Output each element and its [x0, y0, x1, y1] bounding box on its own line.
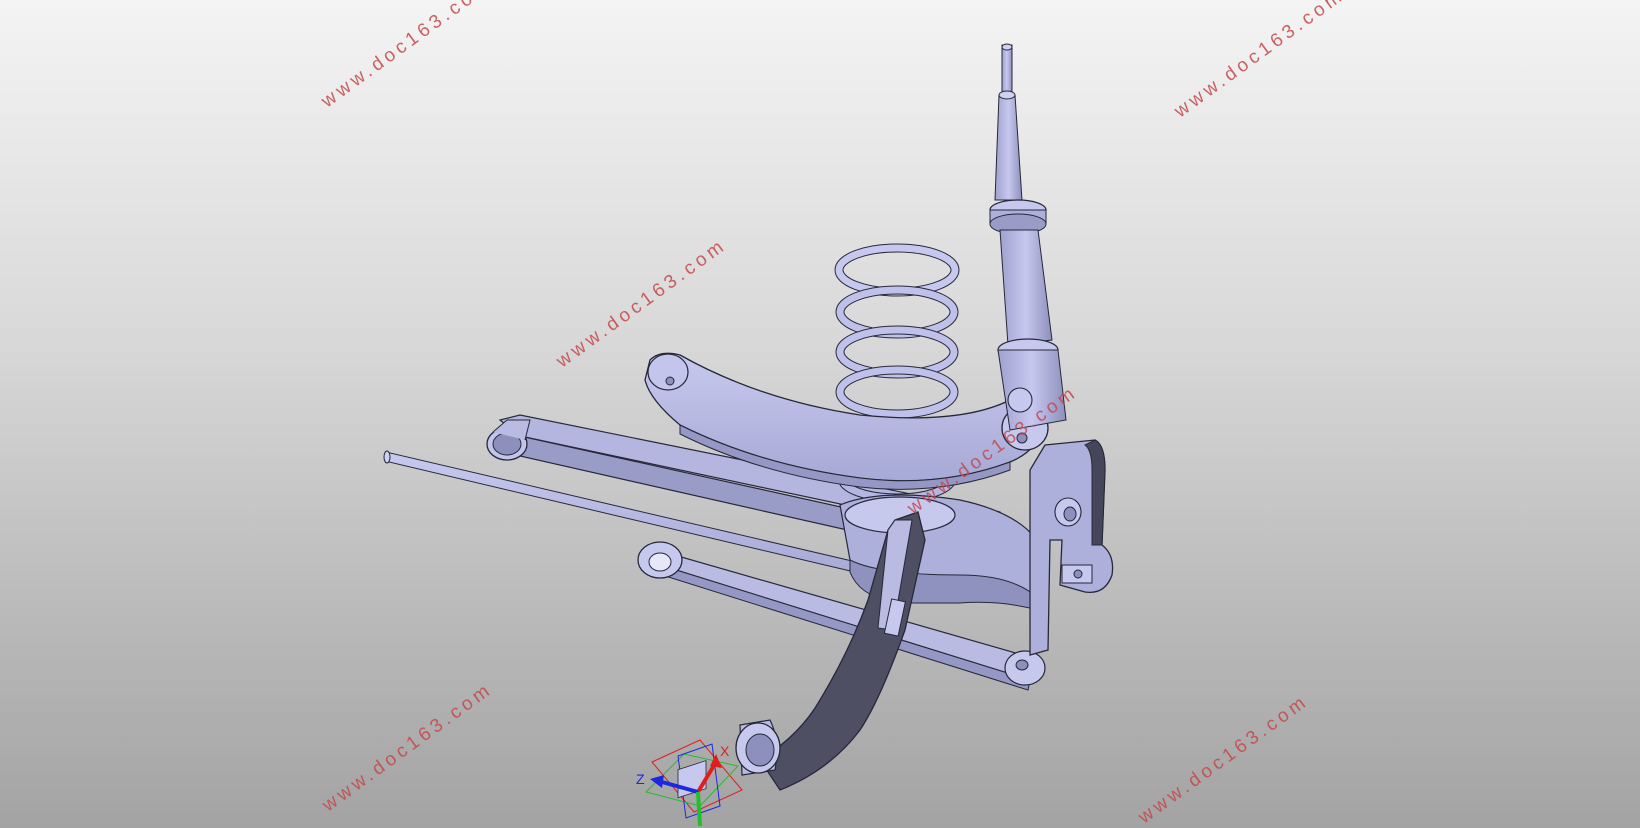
cad-3d-viewport[interactable]: www.doc163.com www.doc163.com www.doc163…: [0, 0, 1640, 828]
model-scene[interactable]: www.doc163.com www.doc163.com www.doc163…: [0, 0, 1640, 828]
watermark-text: www.doc163.com: [1134, 691, 1313, 828]
z-axis-label: Z: [636, 771, 645, 787]
watermark-text: www.doc163.com: [317, 0, 496, 113]
x-axis-label: X: [720, 743, 730, 759]
watermark-text: www.doc163.com: [318, 679, 497, 817]
watermark-text: www.doc163.com: [1170, 0, 1349, 123]
steering-knuckle[interactable]: [1029, 439, 1114, 656]
watermark-text: www.doc163.com: [552, 235, 731, 373]
shock-absorber-strut[interactable]: [989, 43, 1067, 431]
coordinate-triad[interactable]: X Z: [636, 739, 743, 827]
lever-arm[interactable]: [735, 511, 926, 791]
